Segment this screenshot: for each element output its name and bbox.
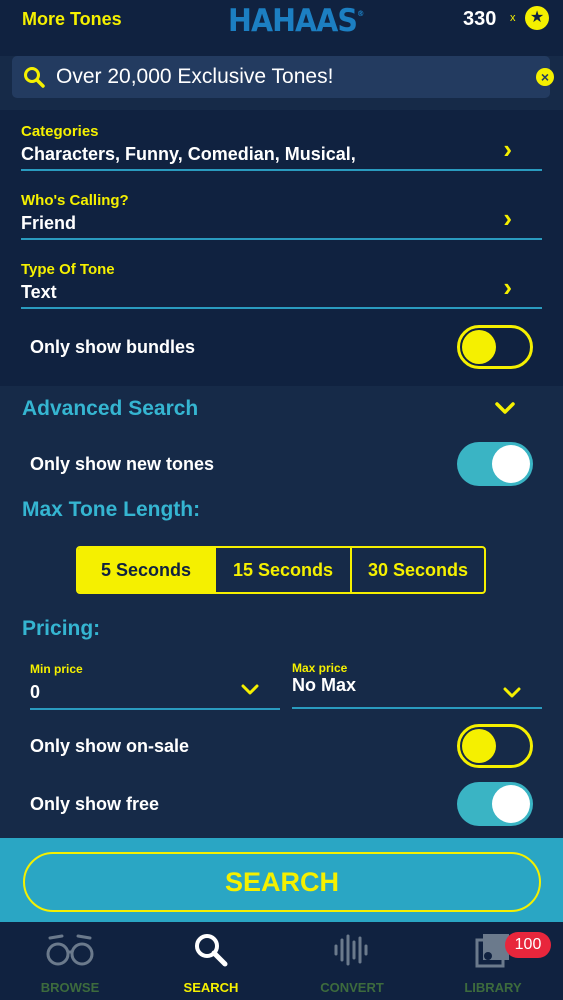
only-on-sale-toggle[interactable]: [457, 724, 533, 768]
top-bar: More Tones HAHAAS® 330 x ★: [0, 0, 563, 56]
whos-calling-label: Who's Calling?: [21, 192, 129, 209]
search-icon: [22, 65, 46, 94]
chevron-right-icon: ›: [503, 203, 512, 233]
min-price-label: Min price: [30, 662, 83, 676]
only-free-label: Only show free: [30, 794, 160, 814]
waveform-icon: [332, 932, 372, 973]
coin-multiplier: x: [510, 12, 516, 24]
max-tone-length-title: Max Tone Length:: [22, 498, 201, 521]
min-price-select[interactable]: Min price 0: [30, 660, 280, 710]
tab-label: CONVERT: [320, 980, 384, 995]
toggle-knob: [462, 729, 496, 763]
chevron-right-icon: ›: [503, 272, 512, 302]
whos-calling-field[interactable]: Who's Calling? Friend ›: [21, 180, 542, 240]
tab-search[interactable]: SEARCH: [141, 922, 281, 1000]
only-new-tones-label: Only show new tones: [30, 454, 215, 474]
toggle-knob: [492, 785, 530, 823]
tab-label: LIBRARY: [464, 980, 522, 995]
search-bar[interactable]: Over 20,000 Exclusive Tones! ×: [12, 56, 554, 98]
toggle-knob: [462, 330, 496, 364]
max-price-label: Max price: [292, 661, 348, 675]
length-option-15s[interactable]: 15 Seconds: [214, 548, 350, 592]
clear-search-icon[interactable]: ×: [536, 68, 554, 86]
only-bundles-label: Only show bundles: [30, 337, 196, 357]
only-bundles-toggle[interactable]: [457, 325, 533, 369]
categories-label: Categories: [21, 123, 99, 140]
only-new-tones-toggle[interactable]: [457, 442, 533, 486]
logo-text: HAHAAS: [228, 3, 358, 39]
search-input[interactable]: Over 20,000 Exclusive Tones!: [56, 65, 333, 89]
chevron-right-icon: ›: [503, 134, 512, 164]
chevron-down-icon: [502, 683, 522, 706]
whos-calling-value: Friend: [21, 213, 77, 233]
only-on-sale-label: Only show on-sale: [30, 736, 190, 756]
length-option-5s[interactable]: 5 Seconds: [78, 548, 214, 592]
length-option-30s[interactable]: 30 Seconds: [350, 548, 484, 592]
more-tones-link[interactable]: More Tones: [22, 9, 122, 30]
coin-count: 330: [463, 8, 497, 30]
logo-registered-mark: ®: [356, 9, 364, 18]
advanced-search-title[interactable]: Advanced Search: [22, 397, 198, 421]
categories-value: Characters, Funny, Comedian, Musical,: [21, 144, 356, 164]
toggle-knob: [492, 445, 530, 483]
type-of-tone-field[interactable]: Type Of Tone Text ›: [21, 249, 542, 309]
chevron-down-icon[interactable]: [494, 396, 516, 422]
bottom-tab-bar: BROWSE SEARCH CONVERT LIBRARY: [0, 922, 563, 1000]
binoculars-icon: [44, 932, 96, 973]
type-of-tone-label: Type Of Tone: [21, 261, 115, 278]
search-button[interactable]: SEARCH: [23, 852, 541, 912]
categories-field[interactable]: Categories Characters, Funny, Comedian, …: [21, 111, 542, 171]
tab-convert[interactable]: CONVERT: [282, 922, 422, 1000]
library-count-badge: 100: [505, 932, 551, 958]
min-price-value: 0: [30, 682, 41, 702]
tone-length-selector: 5 Seconds 15 Seconds 30 Seconds: [76, 546, 486, 594]
coin-star-icon[interactable]: ★: [525, 6, 549, 30]
tab-browse[interactable]: BROWSE: [0, 922, 140, 1000]
chevron-down-icon: [240, 680, 260, 703]
tab-label: BROWSE: [40, 980, 100, 995]
tab-label: SEARCH: [183, 980, 239, 995]
hahaas-logo: HAHAAS®: [228, 3, 364, 39]
type-of-tone-value: Text: [21, 282, 57, 302]
search-icon: [193, 932, 229, 973]
pricing-title: Pricing:: [22, 617, 101, 640]
max-price-select[interactable]: Max price No Max: [292, 659, 542, 709]
only-free-toggle[interactable]: [457, 782, 533, 826]
max-price-value: No Max: [292, 675, 357, 695]
